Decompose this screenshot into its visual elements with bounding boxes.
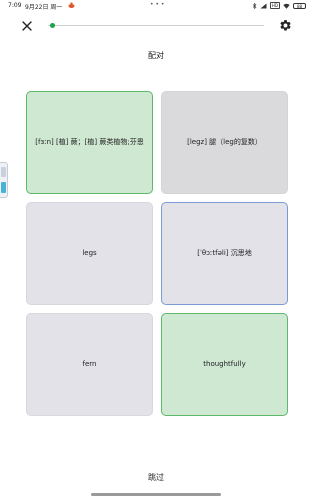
status-time: 7:09 xyxy=(8,2,22,9)
page-title: 配对 xyxy=(148,51,164,60)
hd-badge-icon: HD xyxy=(269,2,280,9)
home-indicator[interactable] xyxy=(91,493,221,496)
settings-gear-icon[interactable] xyxy=(279,19,292,32)
skip-button[interactable]: 跳过 xyxy=(0,472,312,483)
close-icon[interactable] xyxy=(20,19,34,33)
progress-indicator xyxy=(50,23,56,28)
handle-segment-active xyxy=(1,182,6,193)
status-bar: 7:09 9月22日 周一 • • • HD 88 xyxy=(0,0,312,12)
card-legs-definition[interactable]: [legz] 腿（leg的复数） xyxy=(161,91,288,194)
card-thoughtfully-word[interactable]: thoughtfully xyxy=(161,313,288,416)
floating-side-handle[interactable] xyxy=(0,162,8,198)
card-fern-word[interactable]: fern xyxy=(26,313,153,416)
matching-screen: 7:09 9月22日 周一 • • • HD 88 配对 [fɜːn] [植] … xyxy=(0,0,312,500)
battery-icon: 88 xyxy=(293,2,306,9)
status-date: 9月22日 周一 xyxy=(25,4,63,11)
card-legs-word[interactable]: legs xyxy=(26,202,153,305)
status-more-dots: • • • xyxy=(150,1,165,8)
progress-bar xyxy=(48,23,264,28)
wifi-icon xyxy=(283,3,290,9)
status-icons: HD 88 xyxy=(252,2,306,9)
app-notification-icon xyxy=(68,2,75,8)
bluetooth-icon xyxy=(252,2,257,9)
signal-icon xyxy=(260,3,267,8)
card-thoughtfully-definition[interactable]: [ˈθɔːtfəli] 沉思地 xyxy=(161,202,288,305)
card-fern-definition[interactable]: [fɜːn] [植] 蕨；[植] 蕨类植物;芬恩 xyxy=(26,91,153,194)
handle-segment xyxy=(1,167,6,177)
